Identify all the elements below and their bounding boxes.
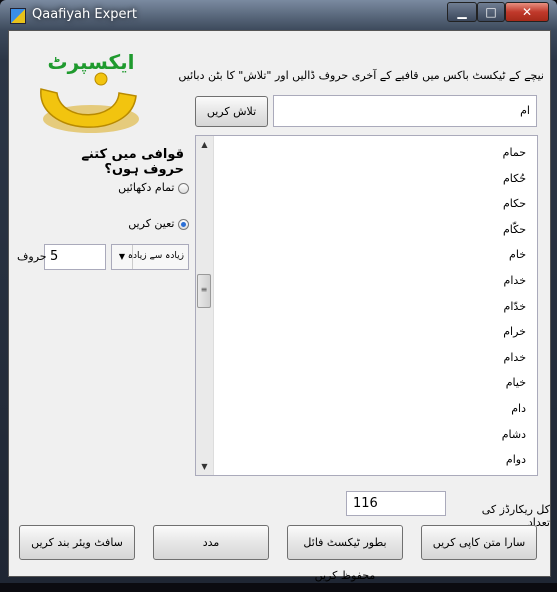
list-item[interactable]: خیام xyxy=(216,370,530,396)
close-app-button[interactable]: سافٹ ویئر بند کریں xyxy=(19,525,135,560)
limit-dropdown-value: زیادہ سے زیادہ xyxy=(127,251,184,261)
radio-show-all[interactable]: تمام دکھائیں xyxy=(109,181,189,194)
results-scrollbar[interactable]: ▲ ≡ ▼ xyxy=(196,136,214,475)
list-item[interactable]: خدام xyxy=(216,345,530,371)
radio-show-all-label: تمام دکھائیں xyxy=(118,181,175,194)
search-input[interactable]: ام xyxy=(273,95,537,127)
letters-question: قوافی میں کتنے حروف ہوں؟ xyxy=(81,147,184,177)
total-records-value: 116 xyxy=(346,491,446,516)
instruction-text: نیچے کے ٹیکسٹ باکس میں قافیے کے آخری حرو… xyxy=(178,69,544,82)
letter-count-input[interactable]: 5 xyxy=(44,244,106,270)
results-list[interactable]: ▲ ≡ ▼ حمام حُکام حکام حکّام خام خدام خدّام خرام… xyxy=(195,135,538,476)
list-item[interactable]: خرام xyxy=(216,319,530,345)
save-text-file-button[interactable]: بطور ٹیکسٹ فائل محفوظ کریں xyxy=(287,525,403,582)
list-item[interactable]: دام xyxy=(216,396,530,422)
logo-text: ایکسپرٹ xyxy=(47,50,134,75)
app-icon xyxy=(10,8,26,24)
list-item[interactable]: حُکام xyxy=(216,166,530,192)
copy-all-button[interactable]: سارا متن کاپی کریں xyxy=(421,525,537,560)
limit-dropdown[interactable]: ▼ زیادہ سے زیادہ xyxy=(111,244,189,270)
window-title: Qaafiyah Expert xyxy=(32,7,137,22)
title-bar[interactable]: Qaafiyah Expert ▁ □ ✕ xyxy=(0,0,557,30)
radio-fixed-circle[interactable] xyxy=(178,218,189,230)
list-item[interactable]: خام xyxy=(216,242,530,268)
letter-count-unit: حروف xyxy=(17,250,47,263)
logo-graphic: ایکسپرٹ xyxy=(40,50,139,133)
minimize-button[interactable]: ▁ xyxy=(447,2,477,22)
list-item[interactable]: دوام xyxy=(216,447,530,473)
help-button[interactable]: مدد xyxy=(153,525,269,560)
search-button[interactable]: تلاش کریں xyxy=(195,96,268,127)
scroll-up-icon[interactable]: ▲ xyxy=(196,136,213,153)
radio-show-all-circle[interactable] xyxy=(178,182,189,194)
scroll-down-icon[interactable]: ▼ xyxy=(196,458,213,475)
list-item[interactable]: حکّام xyxy=(216,217,530,243)
radio-fixed-label: تعین کریں xyxy=(128,217,175,230)
maximize-button[interactable]: □ xyxy=(477,2,505,22)
app-window: Qaafiyah Expert ▁ □ ✕ ایکسپرٹ نیچے کے ٹی… xyxy=(0,0,557,583)
list-item[interactable]: خدّام xyxy=(216,294,530,320)
logo: ایکسپرٹ xyxy=(21,41,146,146)
list-item[interactable]: دشام xyxy=(216,422,530,448)
list-item[interactable]: حکام xyxy=(216,191,530,217)
list-item[interactable]: حمام xyxy=(216,140,530,166)
scroll-thumb[interactable]: ≡ xyxy=(197,274,211,308)
close-button[interactable]: ✕ xyxy=(505,2,549,22)
client-area: ایکسپرٹ نیچے کے ٹیکسٹ باکس میں قافیے کے … xyxy=(8,30,551,582)
radio-fixed[interactable]: تعین کریں xyxy=(109,217,189,230)
list-item[interactable]: خدام xyxy=(216,268,530,294)
results-items: حمام حُکام حکام حکّام خام خدام خدّام خرام خدام خی… xyxy=(216,140,530,473)
